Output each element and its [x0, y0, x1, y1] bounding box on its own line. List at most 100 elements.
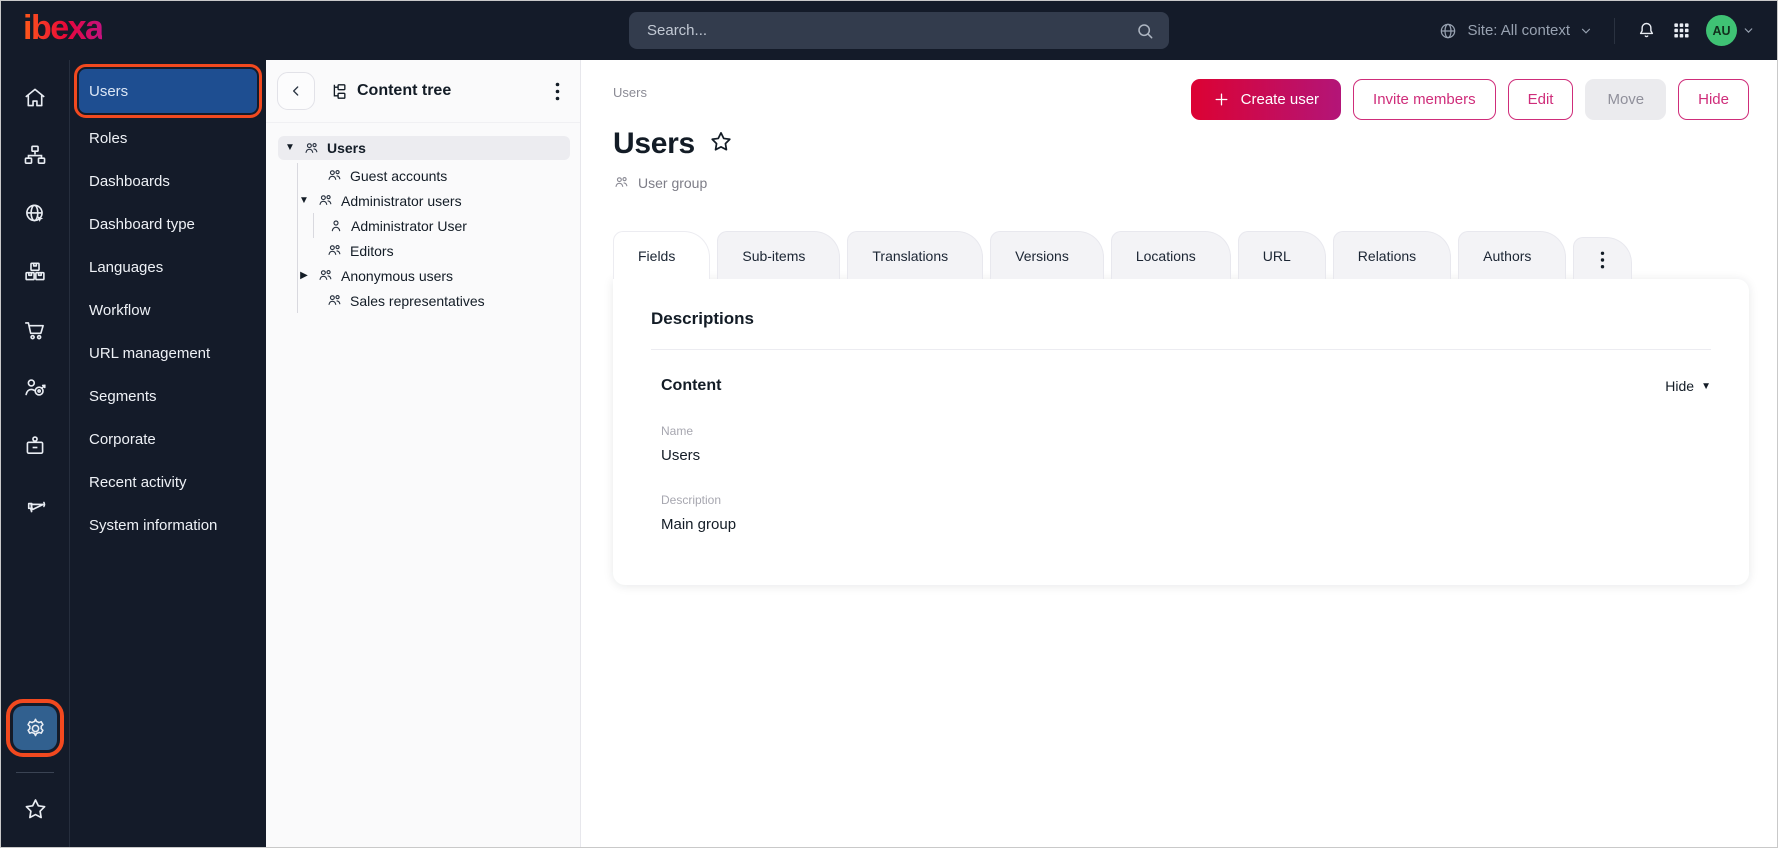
- sidebar-item-corporate[interactable]: Corporate: [79, 418, 257, 461]
- tree-node-administrator-user[interactable]: Administrator User: [314, 213, 570, 238]
- user-group-icon: [317, 267, 334, 284]
- bookmarks-star-icon[interactable]: [13, 787, 57, 831]
- sidebar-item-workflow[interactable]: Workflow: [79, 289, 257, 332]
- sidebar-item-segments[interactable]: Segments: [79, 375, 257, 418]
- sidebar-item-label: Dashboards: [89, 173, 170, 190]
- user-group-icon: [317, 192, 334, 209]
- sidebar-item-label: Segments: [89, 388, 157, 405]
- products-icon[interactable]: [13, 250, 57, 294]
- sidebar-item-label: Users: [89, 82, 129, 100]
- icon-rail: [1, 60, 69, 847]
- field-description: Description Main group: [651, 493, 1711, 533]
- sidebar-item-recent-activity[interactable]: Recent activity: [79, 461, 257, 504]
- rail-divider: [16, 772, 54, 773]
- home-icon[interactable]: [13, 76, 57, 120]
- sidebar-item-url-management[interactable]: URL management: [79, 332, 257, 375]
- sidebar-item-dashboard-type[interactable]: Dashboard type: [79, 203, 257, 246]
- personalization-icon[interactable]: [13, 366, 57, 410]
- tree-node-label: Sales representatives: [350, 292, 485, 309]
- tab-authors[interactable]: Authors: [1458, 231, 1567, 279]
- section-collapse-toggle[interactable]: Hide ▼: [1665, 378, 1711, 394]
- tree-children-users: Guest accounts ▼ Administrator users Adm…: [297, 163, 570, 313]
- move-button[interactable]: Move: [1585, 79, 1667, 120]
- edit-button[interactable]: Edit: [1507, 79, 1574, 120]
- caret-down-icon[interactable]: ▼: [284, 143, 296, 153]
- topbar: ibexa Site: All context: [1, 1, 1777, 60]
- search-input[interactable]: [647, 22, 1135, 39]
- content-tree-header: Content tree: [266, 60, 580, 123]
- tab-fields[interactable]: Fields: [613, 231, 711, 279]
- sidebar-item-label: Dashboard type: [89, 216, 195, 233]
- tree-node-label: Guest accounts: [350, 167, 448, 184]
- sidebar-item-roles[interactable]: Roles: [79, 117, 257, 160]
- create-user-label: Create user: [1240, 91, 1320, 108]
- settings-gear-icon[interactable]: [6, 699, 64, 757]
- sidebar-item-label: URL management: [89, 345, 211, 362]
- tree-node-administrator-users[interactable]: ▼ Administrator users: [298, 188, 570, 213]
- commerce-cart-icon[interactable]: [13, 308, 57, 352]
- tab-locations[interactable]: Locations: [1110, 231, 1231, 279]
- global-search[interactable]: [629, 12, 1169, 49]
- caret-down-icon[interactable]: ▼: [298, 195, 310, 206]
- site-context-selector[interactable]: Site: All context: [1438, 21, 1593, 41]
- caret-right-icon[interactable]: ▶: [298, 270, 310, 281]
- tree-node-anonymous-users[interactable]: ▶ Anonymous users: [298, 263, 570, 288]
- sidebar-item-dashboards[interactable]: Dashboards: [79, 160, 257, 203]
- invite-members-button[interactable]: Invite members: [1353, 79, 1496, 120]
- corporate-icon[interactable]: [13, 424, 57, 468]
- user-group-icon: [326, 292, 343, 309]
- field-label: Name: [661, 424, 694, 438]
- tree-node-label: Editors: [350, 242, 394, 259]
- hide-button[interactable]: Hide: [1678, 79, 1749, 120]
- sidebar-item-label: System information: [89, 517, 218, 534]
- content-type-label: User group: [638, 174, 708, 191]
- section-title: Content: [661, 377, 722, 394]
- marketing-megaphone-icon[interactable]: [13, 482, 57, 526]
- tab-sub-items[interactable]: Sub-items: [717, 231, 841, 279]
- tree-node-guest-accounts[interactable]: Guest accounts: [298, 163, 570, 188]
- bookmark-star-icon[interactable]: [708, 129, 734, 159]
- chevron-down-icon: [1579, 24, 1593, 38]
- user-group-icon: [613, 174, 630, 191]
- tab-relations[interactable]: Relations: [1332, 231, 1452, 279]
- sidebar-item-users[interactable]: Users: [74, 64, 262, 118]
- tree-node-label: Users: [327, 140, 366, 156]
- tab-more-kebab-icon[interactable]: [1573, 237, 1633, 279]
- field-name: Name Users: [651, 424, 1711, 464]
- content-tree-icon: [329, 82, 348, 101]
- collapse-tree-button[interactable]: [277, 72, 315, 110]
- user-group-icon: [326, 242, 343, 259]
- tab-versions[interactable]: Versions: [990, 231, 1104, 279]
- ibexa-admin-screen: ibexa Site: All context: [0, 0, 1778, 848]
- user-menu[interactable]: AU: [1706, 15, 1755, 46]
- sidebar-item-languages[interactable]: Languages: [79, 246, 257, 289]
- avatar[interactable]: AU: [1706, 15, 1737, 46]
- notifications-bell-icon[interactable]: [1636, 20, 1657, 41]
- tree-children-administrator-users: Administrator User: [313, 213, 570, 238]
- tab-translations[interactable]: Translations: [847, 231, 984, 279]
- content-tabs: Fields Sub-items Translations Versions L…: [613, 231, 1749, 279]
- plus-icon: [1213, 91, 1230, 108]
- tab-url[interactable]: URL: [1237, 231, 1326, 279]
- tree-node-sales-representatives[interactable]: Sales representatives: [298, 288, 570, 313]
- create-user-button[interactable]: Create user: [1190, 79, 1342, 120]
- sidebar-item-label: Corporate: [89, 431, 156, 448]
- admin-sidebar: Users Roles Dashboards Dashboard type La…: [69, 60, 266, 847]
- sidebar-item-system-information[interactable]: System information: [79, 504, 257, 547]
- tree-node-editors[interactable]: Editors: [298, 238, 570, 263]
- ibexa-logo[interactable]: ibexa: [23, 11, 104, 51]
- action-buttons: Create user Invite members Edit Move Hid…: [1190, 79, 1749, 120]
- content-structure-icon[interactable]: [13, 134, 57, 178]
- tree-node-users[interactable]: ▼ Users: [278, 136, 570, 160]
- tree-node-label: Administrator User: [351, 217, 467, 234]
- user-icon: [328, 218, 344, 234]
- content-tree: ▼ Users Guest accounts ▼ Administrator u…: [266, 123, 580, 313]
- globe-icon: [1438, 21, 1458, 41]
- tree-options-kebab-icon[interactable]: [551, 78, 564, 105]
- search-icon[interactable]: [1135, 21, 1155, 41]
- content-tree-title: Content tree: [357, 82, 452, 99]
- sidebar-item-label: Recent activity: [89, 474, 187, 491]
- topbar-right: Site: All context AU: [1438, 15, 1755, 46]
- site-management-icon[interactable]: [13, 192, 57, 236]
- app-grid-icon[interactable]: [1672, 21, 1691, 40]
